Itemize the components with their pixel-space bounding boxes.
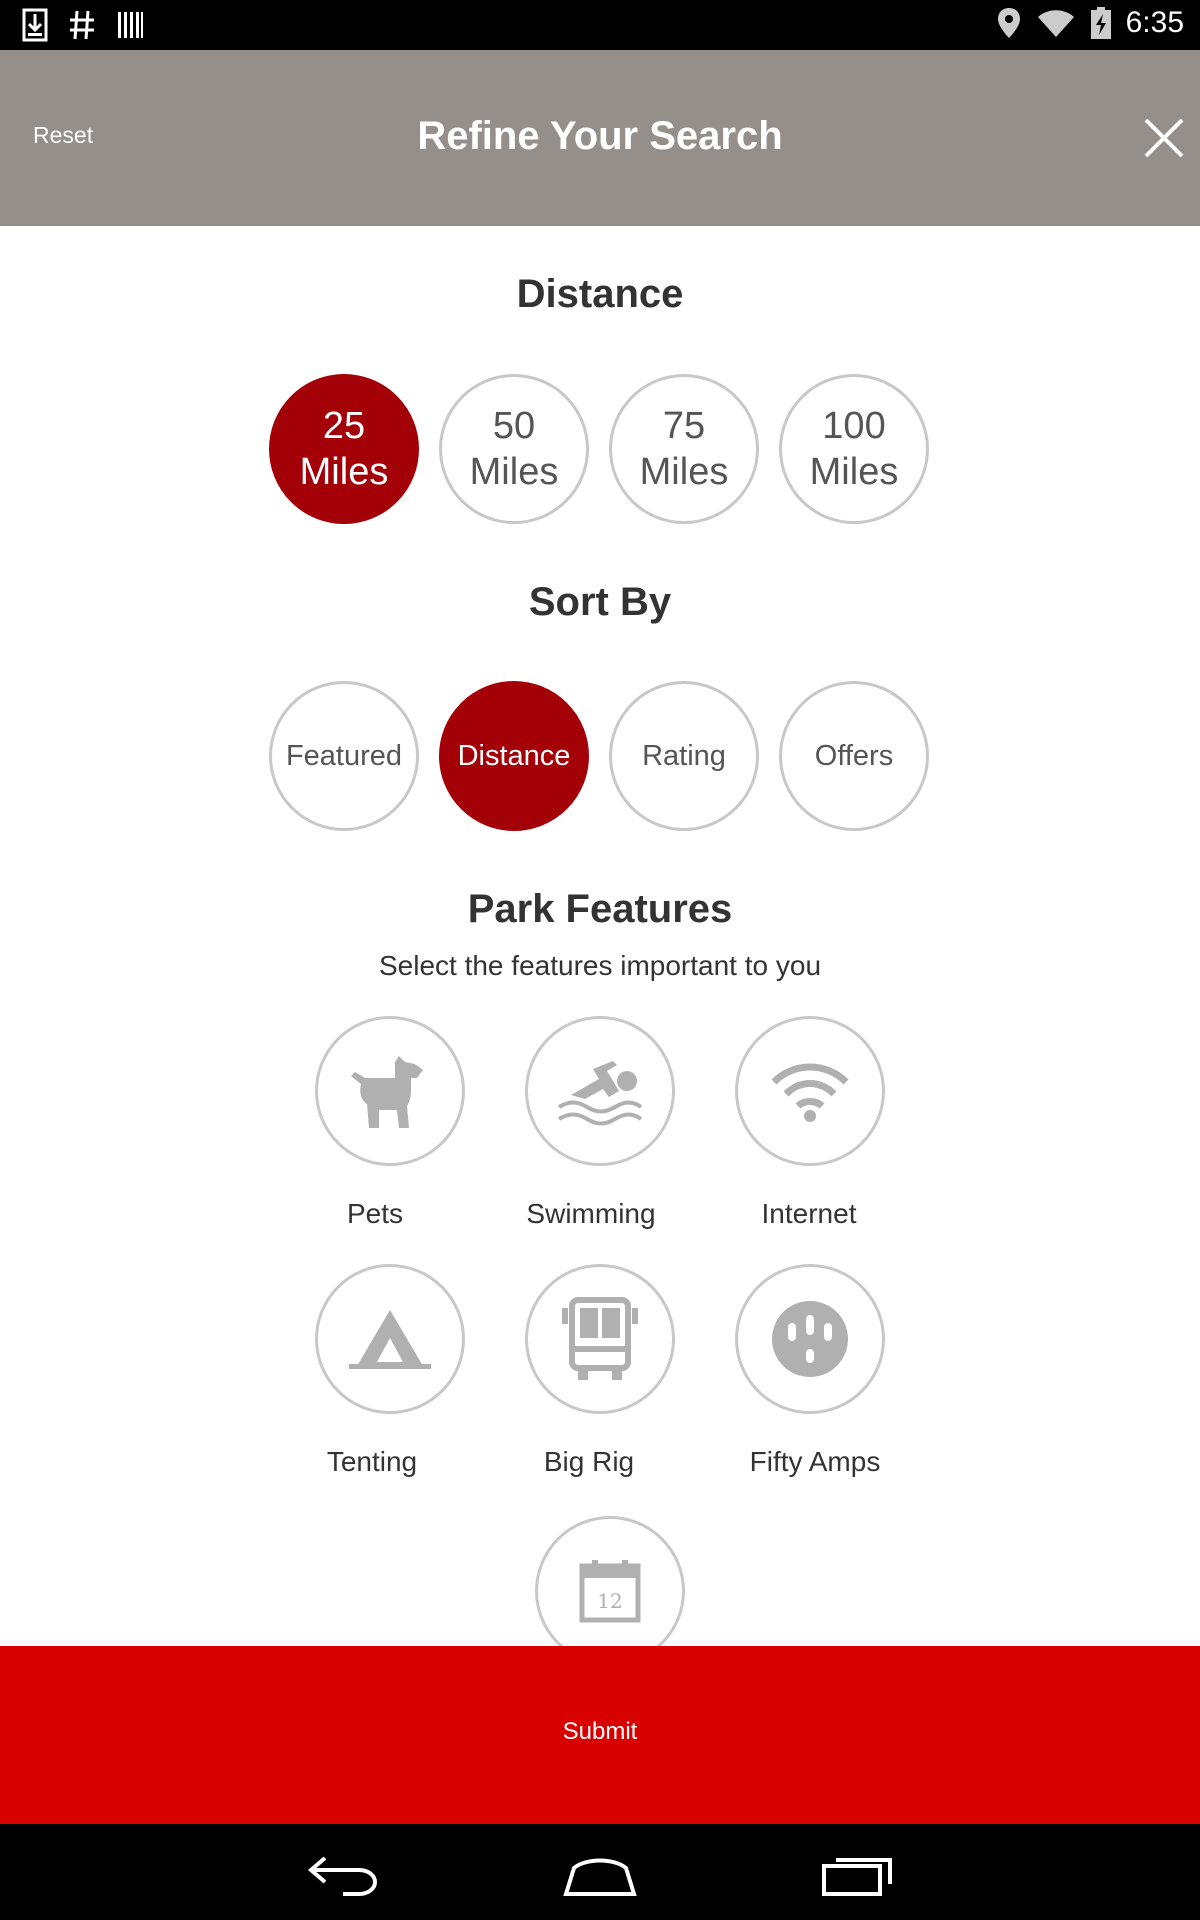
sort-option-featured[interactable]: Featured [269,681,419,831]
close-icon[interactable] [1142,116,1186,160]
status-bar: 6:35 [0,0,1200,50]
distance-title: Distance [516,272,684,316]
distance-option-unit: Miles [809,451,899,493]
feature-label-pets: Pets [346,1198,404,1229]
sort-option-offers[interactable]: Offers [779,681,929,831]
calendar-day: 12 [597,1589,622,1613]
wifi-icon [1037,10,1074,37]
feature-label-big-rig: Big Rig [543,1446,635,1477]
swimmer-icon [557,1061,643,1126]
recent-apps-icon[interactable] [818,1846,898,1900]
sort-option-label: Offers [814,739,894,772]
distance-option-unit: Miles [299,451,389,493]
feature-calendar[interactable]: 12 [535,1516,685,1666]
distance-option-value: 25 [322,405,366,447]
power-outlet-icon [772,1301,848,1377]
distance-option-50[interactable]: 50 Miles [439,374,589,524]
feature-label-fifty-amps: Fifty Amps [749,1446,881,1477]
wifi-icon [771,1063,849,1122]
page-title: Refine Your Search [417,114,783,158]
park-features-title: Park Features [467,887,733,931]
sort-option-label: Distance [457,739,571,772]
submit-button[interactable]: Submit [0,1646,1200,1824]
feature-label-internet: Internet [761,1198,857,1229]
distance-option-value: 100 [822,405,886,447]
back-icon[interactable] [303,1846,383,1900]
location-pin-icon [997,8,1020,38]
sort-option-label: Rating [642,739,726,772]
tent-icon [349,1310,431,1369]
sort-option-distance[interactable]: Distance [439,681,589,831]
distance-option-value: 50 [492,405,536,447]
submit-label: Submit [562,1718,638,1745]
park-features-subtitle: Select the features important to you [378,950,822,981]
distance-option-unit: Miles [639,451,729,493]
home-icon[interactable] [560,1846,640,1900]
feature-label-swimming: Swimming [526,1198,656,1229]
download-icon [22,8,48,42]
sort-by-title: Sort By [528,580,672,624]
bus-icon [562,1297,638,1380]
sort-option-rating[interactable]: Rating [609,681,759,831]
header-bar: Reset Refine Your Search [0,50,1200,226]
distance-option-unit: Miles [469,451,559,493]
sort-option-label: Featured [285,739,403,772]
feature-swimming[interactable] [525,1016,675,1166]
distance-option-75[interactable]: 75 Miles [609,374,759,524]
calendar-icon: 12 [579,1560,641,1623]
feature-fifty-amps[interactable] [735,1264,885,1414]
distance-option-value: 75 [662,405,706,447]
distance-option-25[interactable]: 25 Miles [269,374,419,524]
hash-icon [70,10,94,40]
feature-internet[interactable] [735,1016,885,1166]
feature-label-tenting: Tenting [326,1446,418,1477]
system-nav-bar [0,1824,1200,1920]
distance-option-100[interactable]: 100 Miles [779,374,929,524]
feature-pets[interactable] [315,1016,465,1166]
feature-big-rig[interactable] [525,1264,675,1414]
dog-icon [351,1056,423,1128]
feature-tenting[interactable] [315,1264,465,1414]
barcode-icon [118,12,143,38]
battery-charging-icon [1090,7,1111,39]
status-time: 6:35 [1125,6,1184,39]
